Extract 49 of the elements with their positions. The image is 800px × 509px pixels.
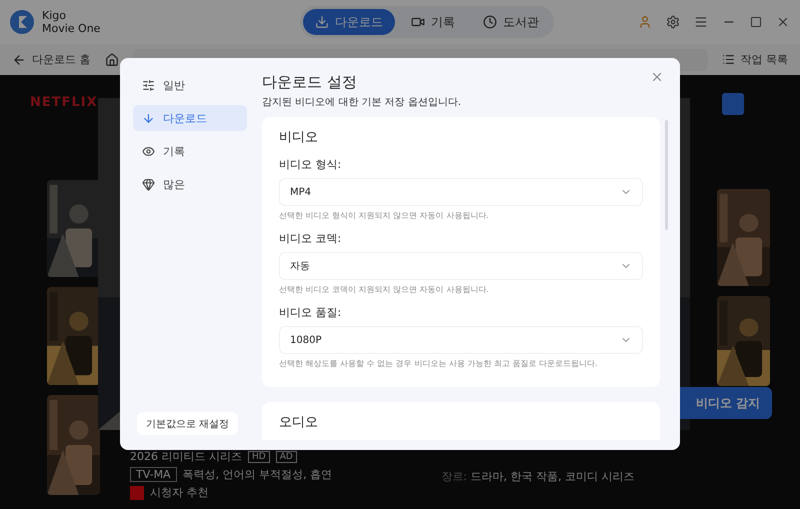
close-icon xyxy=(650,70,664,84)
field-hint: 선택한 비디오 형식이 지원되지 않으면 자동이 사용됩니다. xyxy=(279,210,490,222)
recommend-icon xyxy=(130,486,144,500)
app-name: Kigo xyxy=(42,9,67,22)
back-link[interactable]: 다운로드 홈 xyxy=(12,52,90,67)
year-type-text: 2026 리미티드 시리즈 xyxy=(130,449,242,464)
tab[interactable]: 도서관 xyxy=(471,9,551,35)
format-badge: AD xyxy=(276,450,297,462)
logo-icon xyxy=(10,10,34,34)
reset-button[interactable]: 기본값으로 재설정 xyxy=(137,412,238,435)
close-icon[interactable] xyxy=(776,15,790,29)
task-list-button[interactable]: 작업 목록 xyxy=(722,52,788,67)
home-icon[interactable] xyxy=(104,52,118,66)
field-label: 비디오 코덱: xyxy=(279,231,342,247)
streaming-logo: NETFLIX xyxy=(30,95,98,110)
section-title: 오디오 xyxy=(279,414,319,432)
close-button[interactable] xyxy=(650,70,664,84)
field-hint: 선택한 해상도를 사용할 수 없는 경우 비디오는 사용 가능한 최고 품질로 다운로드됩니다. xyxy=(279,358,599,370)
advisory-text: 폭력성, 언어의 부적절성, 흡연 xyxy=(182,467,332,482)
sliders-icon xyxy=(142,78,155,92)
clock-icon xyxy=(483,15,497,29)
dialog-subtitle: 감지된 비디오에 대한 기본 저장 옵션입니다. xyxy=(262,96,462,109)
tab[interactable]: 기록 xyxy=(399,9,467,35)
eye-icon xyxy=(142,144,155,158)
rating-badge: TV-MA xyxy=(130,467,177,482)
dropdown-field[interactable]: MP4 xyxy=(279,178,643,206)
list-icon xyxy=(722,53,734,66)
field-label: 비디오 품질: xyxy=(279,305,342,321)
gem-icon xyxy=(142,178,155,190)
menu-icon[interactable] xyxy=(694,15,708,29)
maximize-icon[interactable] xyxy=(750,16,762,28)
recommend-text: 시청자 추천 xyxy=(150,485,208,500)
arrow-down-icon xyxy=(142,112,155,124)
video-icon xyxy=(411,15,425,29)
download-icon xyxy=(315,15,329,29)
app-subtitle: Movie One xyxy=(42,22,100,35)
genre-text: 장르: 드라마, 한국 작품, 코미디 시리즈 xyxy=(441,469,636,485)
dialog-title: 다운로드 설정 xyxy=(262,72,357,92)
settings-icon[interactable] xyxy=(666,15,680,29)
sidebar-item[interactable]: 일반 xyxy=(133,72,247,98)
dropdown-field[interactable]: 1080P xyxy=(279,326,643,354)
sidebar-item[interactable]: 다운로드 xyxy=(133,105,247,131)
field-label: 비디오 형식: xyxy=(279,157,342,173)
section-title: 비디오 xyxy=(279,129,319,147)
field-hint: 선택한 비디오 코덱이 지원되지 않으면 자동이 사용됩니다. xyxy=(279,284,490,296)
sidebar-item[interactable]: 많은 xyxy=(133,171,247,197)
sidebar-item[interactable]: 기록 xyxy=(133,138,247,164)
format-badge: HD xyxy=(248,450,270,462)
dropdown-field[interactable]: 자동 xyxy=(279,252,643,280)
